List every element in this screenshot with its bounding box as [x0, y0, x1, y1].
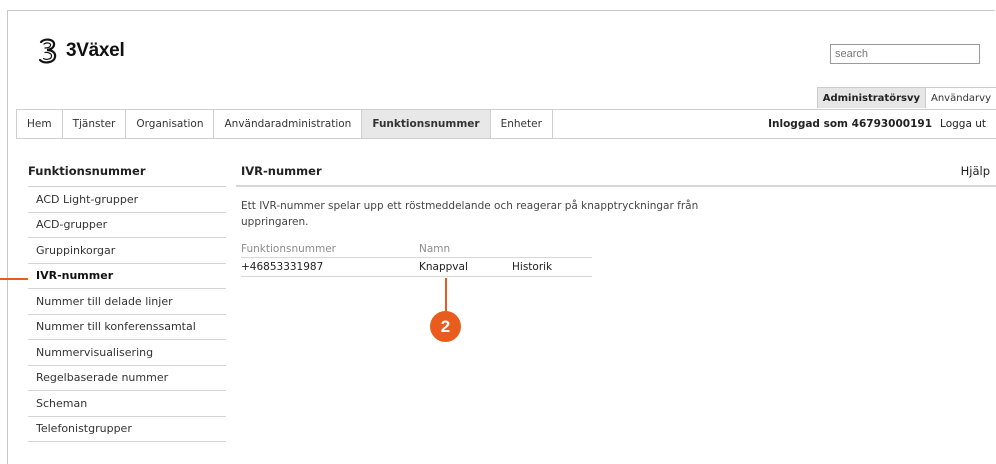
- nav-item-home[interactable]: Hem: [17, 110, 63, 138]
- table-row[interactable]: +46853331987 Knappval Historik: [241, 258, 592, 277]
- tab-user-view[interactable]: Användarvy: [925, 87, 996, 108]
- search-input[interactable]: [830, 44, 980, 64]
- page-title: IVR-nummer: [241, 164, 322, 178]
- nav-account: Inloggad som 46793000191 Logga ut: [768, 110, 986, 138]
- ivr-table: Funktionsnummer Namn +46853331987 Knappv…: [241, 243, 592, 277]
- sidebar-item-acd-light[interactable]: ACD Light-grupper: [28, 187, 226, 213]
- sidebar: ACD Light-grupper ACD-grupper Gruppinkor…: [28, 186, 226, 442]
- sidebar-title: Funktionsnummer: [28, 164, 146, 178]
- help-link[interactable]: Hjälp: [961, 164, 990, 178]
- sidebar-item-group-inbox[interactable]: Gruppinkorgar: [28, 238, 226, 264]
- nav-item-devices[interactable]: Enheter: [491, 110, 553, 138]
- brand-logo[interactable]: 3Växel: [36, 37, 125, 65]
- sidebar-item-schedules[interactable]: Scheman: [28, 391, 226, 417]
- main-nav: Hem Tjänster Organisation Användaradmini…: [16, 109, 996, 139]
- sidebar-item-ivr[interactable]: IVR-nummer: [28, 264, 226, 289]
- table-header: Funktionsnummer Namn: [241, 243, 592, 258]
- tab-admin-view[interactable]: Administratörsvy: [816, 87, 925, 108]
- view-switcher: Administratörsvy Användarvy: [816, 87, 996, 108]
- logged-in-label: Inloggad som 46793000191: [768, 118, 933, 130]
- logout-link[interactable]: Logga ut: [940, 118, 986, 130]
- title-divider: [236, 185, 996, 187]
- nav-item-services[interactable]: Tjänster: [63, 110, 127, 138]
- nav-item-organisation[interactable]: Organisation: [126, 110, 215, 138]
- sidebar-item-conference[interactable]: Nummer till konferenssamtal: [28, 315, 226, 340]
- column-header-name: Namn: [419, 243, 451, 255]
- row-number[interactable]: +46853331987: [241, 261, 419, 273]
- annotation-pointer-left: [0, 278, 28, 280]
- annotation-pointer-vertical: [445, 278, 447, 312]
- sidebar-item-operator-groups[interactable]: Telefonistgrupper: [28, 417, 226, 442]
- column-header-number: Funktionsnummer: [241, 243, 336, 255]
- sidebar-item-number-display[interactable]: Nummervisualisering: [28, 340, 226, 366]
- brand-name: 3Växel: [66, 40, 125, 61]
- three-logo-icon: [38, 38, 57, 64]
- history-link[interactable]: Historik: [512, 261, 592, 273]
- annotation-badge: 2: [430, 311, 461, 342]
- nav-item-user-admin[interactable]: Användaradministration: [214, 110, 363, 138]
- sidebar-item-shared-lines[interactable]: Nummer till delade linjer: [28, 289, 226, 315]
- sidebar-item-acd[interactable]: ACD-grupper: [28, 213, 226, 238]
- row-name[interactable]: Knappval: [419, 261, 512, 273]
- nav-item-function-numbers[interactable]: Funktionsnummer: [362, 110, 491, 138]
- sidebar-item-rule-based[interactable]: Regelbaserade nummer: [28, 366, 226, 391]
- page-description: Ett IVR-nummer spelar upp ett röstmeddel…: [241, 200, 699, 228]
